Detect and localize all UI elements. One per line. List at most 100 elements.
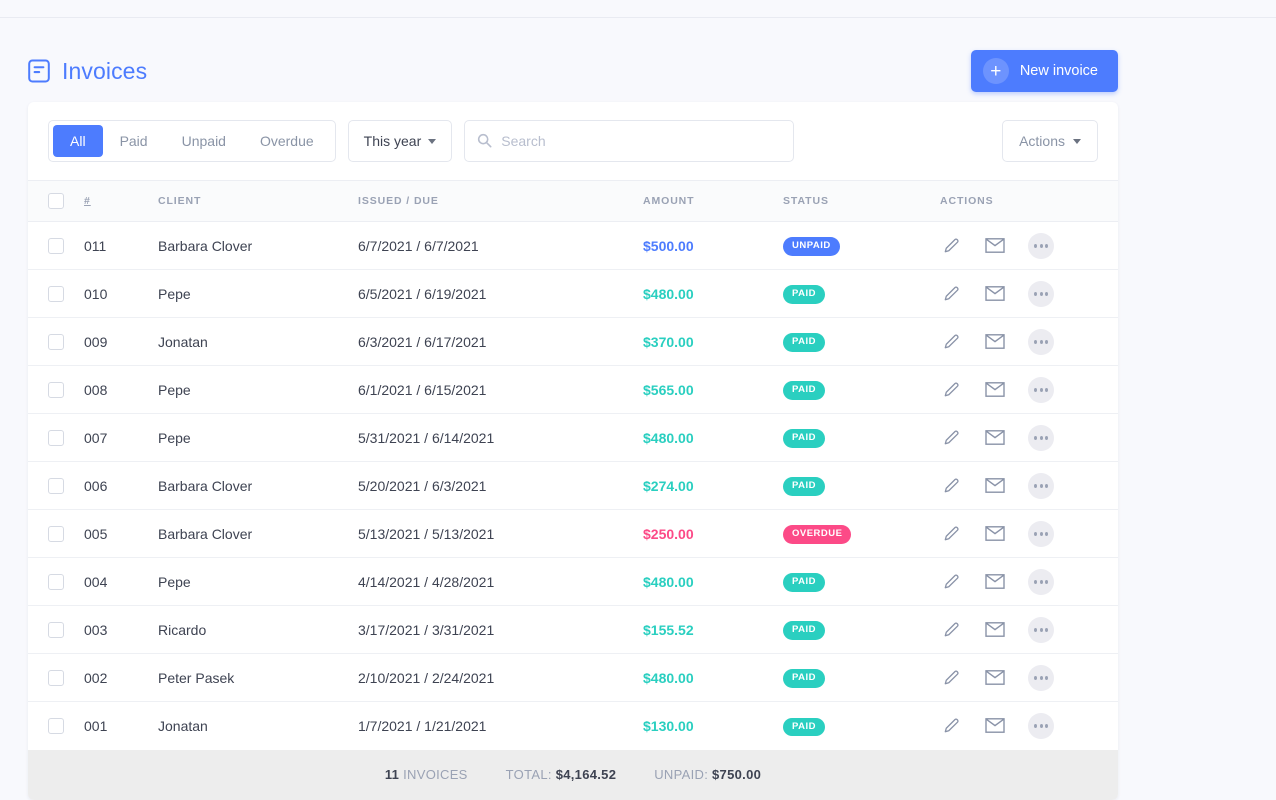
table-row[interactable]: 003 Ricardo 3/17/2021 / 3/31/2021 $155.52 PA… [28, 605, 1118, 654]
unpaid-label: UNPAID: [654, 767, 709, 782]
more-options-icon[interactable] [1028, 712, 1054, 739]
tab-overdue[interactable]: Overdue [243, 125, 331, 157]
invoice-number: 003 [84, 605, 158, 654]
more-options-icon[interactable] [1028, 472, 1054, 499]
row-actions [940, 232, 1118, 259]
invoice-dates: 5/31/2021 / 6/14/2021 [358, 413, 643, 462]
invoice-client: Pepe [158, 269, 358, 318]
more-options-icon[interactable] [1028, 328, 1054, 355]
envelope-icon[interactable] [984, 571, 1006, 593]
edit-pencil-icon[interactable] [940, 715, 962, 737]
period-filter-dropdown[interactable]: This year [347, 120, 453, 162]
envelope-icon[interactable] [984, 619, 1006, 641]
table-header: # CLIENT ISSUED / DUE AMOUNT STATUS ACTI… [28, 180, 1118, 222]
invoices-toolbar: All Paid Unpaid Overdue This year Search… [28, 102, 1118, 180]
row-checkbox[interactable] [48, 477, 64, 494]
table-row[interactable]: 010 Pepe 6/5/2021 / 6/19/2021 $480.00 PAID [28, 269, 1118, 318]
invoice-amount: $370.00 [643, 317, 783, 366]
select-all-header [28, 180, 84, 222]
status-badge: OVERDUE [783, 525, 852, 544]
row-checkbox[interactable] [48, 333, 64, 350]
row-checkbox[interactable] [48, 573, 64, 590]
row-actions [940, 520, 1118, 547]
table-row[interactable]: 004 Pepe 4/14/2021 / 4/28/2021 $480.00 PAID [28, 557, 1118, 606]
invoice-status-cell: PAID [783, 413, 940, 462]
envelope-icon[interactable] [984, 235, 1006, 257]
row-checkbox[interactable] [48, 621, 64, 638]
edit-pencil-icon[interactable] [940, 235, 962, 257]
edit-pencil-icon[interactable] [940, 619, 962, 641]
tab-unpaid[interactable]: Unpaid [165, 125, 243, 157]
invoice-amount: $565.00 [643, 365, 783, 414]
envelope-icon[interactable] [984, 523, 1006, 545]
row-checkbox[interactable] [48, 285, 64, 302]
envelope-icon[interactable] [984, 715, 1006, 737]
tab-paid[interactable]: Paid [103, 125, 165, 157]
edit-pencil-icon[interactable] [940, 331, 962, 353]
envelope-icon[interactable] [984, 475, 1006, 497]
row-checkbox[interactable] [48, 429, 64, 446]
invoice-status-cell: PAID [783, 653, 940, 702]
edit-pencil-icon[interactable] [940, 379, 962, 401]
more-options-icon[interactable] [1028, 616, 1054, 643]
invoice-count-label: INVOICES [403, 767, 468, 782]
envelope-icon[interactable] [984, 331, 1006, 353]
summary-total: TOTAL: $4,164.52 [506, 767, 617, 782]
invoice-status-cell: PAID [783, 269, 940, 318]
column-header-amount: AMOUNT [643, 180, 783, 222]
status-badge: PAID [783, 429, 825, 448]
envelope-icon[interactable] [984, 379, 1006, 401]
table-row[interactable]: 008 Pepe 6/1/2021 / 6/15/2021 $565.00 PAID [28, 365, 1118, 414]
invoice-amount: $480.00 [643, 413, 783, 462]
invoice-dates: 6/7/2021 / 6/7/2021 [358, 221, 643, 270]
row-select-cell [28, 221, 84, 270]
new-invoice-button[interactable]: + New invoice [970, 50, 1118, 92]
select-all-checkbox[interactable] [48, 193, 64, 209]
more-options-icon[interactable] [1028, 664, 1054, 691]
row-checkbox[interactable] [48, 237, 64, 254]
row-actions [940, 280, 1118, 307]
more-options-icon[interactable] [1028, 520, 1054, 547]
table-row[interactable]: 011 Barbara Clover 6/7/2021 / 6/7/2021 $500… [28, 221, 1118, 270]
row-checkbox[interactable] [48, 525, 64, 542]
top-navbar [0, 0, 1276, 18]
status-badge: PAID [783, 477, 825, 496]
actions-dropdown-button[interactable]: Actions [1002, 120, 1098, 162]
column-header-status: STATUS [783, 180, 940, 222]
table-row[interactable]: 009 Jonatan 6/3/2021 / 6/17/2021 $370.00 PAI… [28, 317, 1118, 366]
row-checkbox[interactable] [48, 717, 64, 734]
envelope-icon[interactable] [984, 427, 1006, 449]
envelope-icon[interactable] [984, 667, 1006, 689]
invoice-status-cell: UNPAID [783, 221, 940, 270]
edit-pencil-icon[interactable] [940, 571, 962, 593]
table-row[interactable]: 002 Peter Pasek 2/10/2021 / 2/24/2021 $480.… [28, 653, 1118, 702]
edit-pencil-icon[interactable] [940, 475, 962, 497]
invoice-amount: $480.00 [643, 653, 783, 702]
edit-pencil-icon[interactable] [940, 427, 962, 449]
row-checkbox[interactable] [48, 381, 64, 398]
more-options-icon[interactable] [1028, 376, 1054, 403]
status-badge: PAID [783, 717, 825, 736]
more-options-icon[interactable] [1028, 424, 1054, 451]
invoice-client: Pepe [158, 557, 358, 606]
more-options-icon[interactable] [1028, 568, 1054, 595]
more-options-icon[interactable] [1028, 232, 1054, 259]
more-options-icon[interactable] [1028, 280, 1054, 307]
chevron-down-icon [1073, 138, 1081, 144]
edit-pencil-icon[interactable] [940, 523, 962, 545]
page-content: Invoices + New invoice All Paid Unpaid O… [28, 40, 1118, 800]
table-row[interactable]: 005 Barbara Clover 5/13/2021 / 5/13/2021 $2… [28, 509, 1118, 558]
invoice-actions-cell [940, 653, 1118, 702]
table-row[interactable]: 007 Pepe 5/31/2021 / 6/14/2021 $480.00 PAID [28, 413, 1118, 462]
table-body: 011 Barbara Clover 6/7/2021 / 6/7/2021 $500… [28, 221, 1118, 750]
column-header-number[interactable]: # [84, 180, 158, 222]
chevron-down-icon [428, 138, 437, 144]
edit-pencil-icon[interactable] [940, 283, 962, 305]
edit-pencil-icon[interactable] [940, 667, 962, 689]
tab-all[interactable]: All [53, 125, 103, 157]
envelope-icon[interactable] [984, 283, 1006, 305]
search-input[interactable] [464, 120, 795, 162]
row-checkbox[interactable] [48, 669, 64, 686]
table-row[interactable]: 006 Barbara Clover 5/20/2021 / 6/3/2021 $27… [28, 461, 1118, 510]
table-row[interactable]: 001 Jonatan 1/7/2021 / 1/21/2021 $130.00 PAI… [28, 702, 1118, 750]
